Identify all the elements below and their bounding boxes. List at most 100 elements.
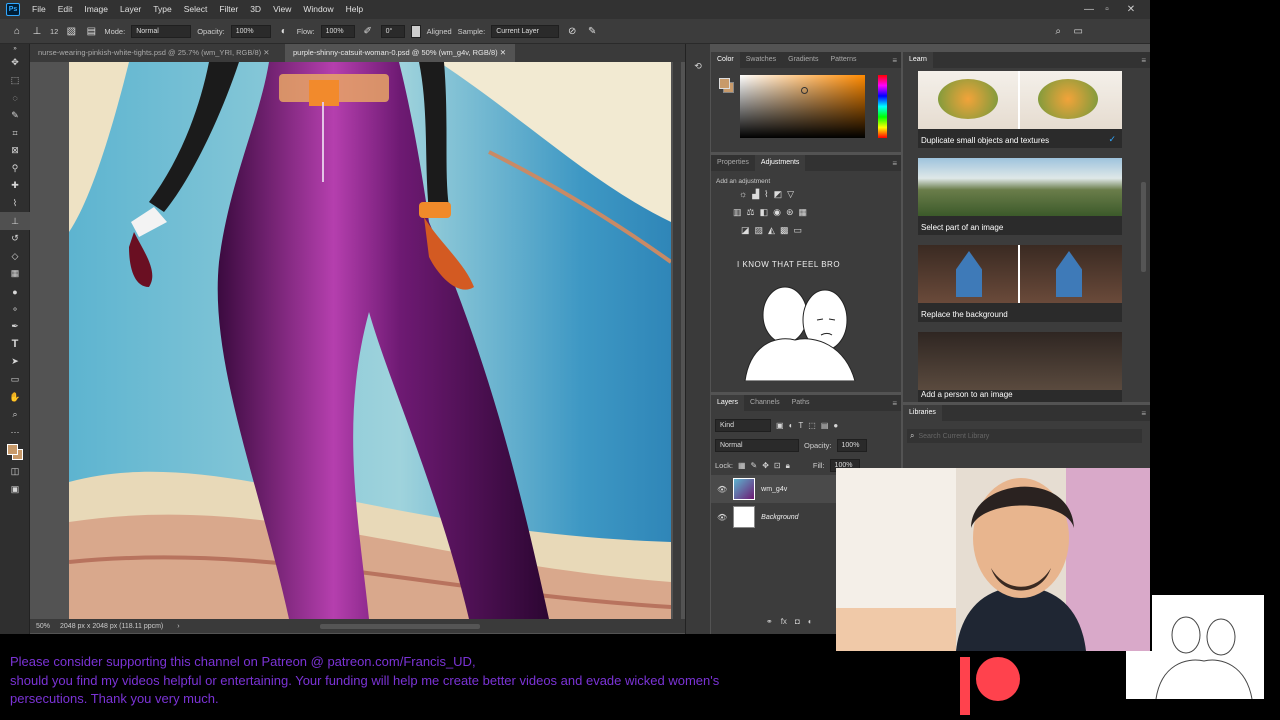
selective-color-icon[interactable]: ▩ — [780, 225, 789, 236]
canvas-horizontal-scrollbar[interactable] — [319, 623, 480, 629]
lock-artboard-icon[interactable]: ⊡ — [774, 461, 781, 470]
marquee-tool-icon[interactable]: ⬚ — [0, 72, 30, 90]
panel-menu-icon[interactable]: ≡ — [1141, 56, 1146, 65]
tab-libraries[interactable]: Libraries — [903, 405, 942, 421]
opacity-input[interactable]: 100% — [230, 24, 271, 38]
curves-icon[interactable]: ⌇ — [764, 189, 768, 200]
tab-learn[interactable]: Learn — [903, 52, 933, 68]
threshold-icon[interactable]: ◭ — [768, 225, 775, 236]
menu-3d[interactable]: 3D — [244, 0, 267, 19]
color-lookup-icon[interactable]: ▦ — [799, 207, 808, 218]
visibility-eye-icon[interactable]: 👁︎ — [717, 513, 727, 522]
menu-view[interactable]: View — [267, 0, 297, 19]
lock-image-icon[interactable]: ✎ — [751, 461, 758, 470]
tab-layers[interactable]: Layers — [711, 395, 745, 411]
brightness-icon[interactable]: ☼ — [739, 189, 747, 200]
panel-menu-icon[interactable]: ≡ — [892, 399, 897, 408]
layer-opacity-input[interactable]: 100% — [836, 439, 867, 452]
healing-brush-tool-icon[interactable]: ✚ — [0, 177, 30, 195]
tab-channels[interactable]: Channels — [744, 395, 786, 411]
learn-card-select-part[interactable]: Select part of an image — [918, 158, 1122, 235]
gradient-map-icon[interactable]: ▭ — [793, 225, 802, 236]
layer-name[interactable]: wm_g4v — [761, 486, 787, 493]
blend-mode-select[interactable]: Normal — [715, 439, 799, 452]
visibility-eye-icon[interactable]: 👁︎ — [717, 485, 727, 494]
levels-icon[interactable]: ▟ — [752, 189, 759, 200]
filter-smart-icon[interactable]: ▤ — [821, 421, 829, 430]
brush-size[interactable]: 12 — [50, 27, 58, 36]
ignore-adjustment-icon[interactable]: ⊘ — [565, 24, 579, 38]
tab-swatches[interactable]: Swatches — [740, 52, 782, 68]
eraser-tool-icon[interactable]: ◇ — [0, 248, 30, 266]
blur-tool-icon[interactable]: ● — [0, 283, 30, 301]
menu-type[interactable]: Type — [147, 0, 177, 19]
black-white-icon[interactable]: ◧ — [760, 207, 769, 218]
add-mask-icon[interactable]: ◘ — [795, 617, 800, 626]
menu-window[interactable]: Window — [297, 0, 339, 19]
rectangle-tool-icon[interactable]: ▭ — [0, 371, 30, 389]
pressure-size-icon[interactable]: ✎ — [585, 24, 599, 38]
tab-adjustments[interactable]: Adjustments — [754, 155, 806, 171]
dodge-tool-icon[interactable]: ⚬ — [0, 300, 30, 318]
aligned-checkbox[interactable] — [410, 24, 421, 38]
layer-filter-kind[interactable]: Kind — [715, 419, 771, 432]
tab-properties[interactable]: Properties — [711, 155, 755, 171]
tab-color[interactable]: Color — [711, 52, 740, 68]
menu-filter[interactable]: Filter — [213, 0, 244, 19]
filter-type-icon[interactable]: T — [798, 421, 803, 430]
status-arrow-icon[interactable]: › — [177, 623, 179, 630]
move-tool-icon[interactable]: ✥ — [0, 54, 30, 72]
hue-slider[interactable] — [878, 75, 887, 138]
history-panel-icon[interactable]: ⟲ — [686, 58, 710, 76]
learn-card-replace-bg[interactable]: Replace the background — [918, 245, 1122, 322]
eyedropper-tool-icon[interactable]: ⚲ — [0, 160, 30, 178]
vibrance-icon[interactable]: ▽ — [787, 189, 794, 200]
learn-scrollbar[interactable] — [1141, 182, 1146, 272]
color-field[interactable] — [740, 75, 865, 138]
zoom-level[interactable]: 50% — [36, 623, 50, 630]
panel-menu-icon[interactable]: ≡ — [892, 159, 897, 168]
menu-image[interactable]: Image — [78, 0, 114, 19]
filter-pixel-icon[interactable]: ▣ — [776, 421, 784, 430]
invert-icon[interactable]: ◪ — [741, 225, 750, 236]
clone-stamp-preset-icon[interactable]: ⊥ — [30, 24, 44, 38]
path-select-tool-icon[interactable]: ➤ — [0, 353, 30, 371]
layer-style-icon[interactable]: fx — [781, 617, 787, 626]
fg-bg-color-icon[interactable] — [719, 78, 735, 94]
workspace-icon[interactable]: ▭ — [1071, 24, 1085, 38]
menu-layer[interactable]: Layer — [114, 0, 147, 19]
tab-close-icon[interactable]: ✕ — [263, 48, 269, 57]
layer-name[interactable]: Background — [761, 514, 798, 521]
angle-input[interactable]: 0° — [380, 24, 405, 38]
learn-card-add-person[interactable]: Add a person to an image — [918, 332, 1122, 402]
search-icon[interactable]: ⌕ — [1051, 24, 1065, 38]
lasso-tool-icon[interactable]: ◌ — [0, 89, 30, 107]
color-balance-icon[interactable]: ⚖ — [747, 207, 755, 218]
library-search-field[interactable]: ⌕ Search Current Library — [907, 429, 1142, 443]
menu-file[interactable]: File — [26, 0, 52, 19]
tab-catsuit[interactable]: purple-shinny-catsuit-woman-0.psd @ 50% … — [285, 44, 515, 62]
tab-nurse[interactable]: nurse-wearing-pinkish-white-tights.psd @… — [30, 44, 285, 62]
filter-adjustment-icon[interactable]: ◐ — [789, 421, 794, 430]
lock-transparent-icon[interactable]: ▦ — [738, 461, 746, 470]
learn-card-duplicate[interactable]: Duplicate small objects and textures ✓ — [918, 71, 1122, 148]
brush-tool-icon[interactable]: ⌇ — [0, 195, 30, 213]
screen-mode-icon[interactable]: ▣ — [0, 481, 30, 499]
document-info[interactable]: 2048 px x 2048 px (118.11 ppcm) — [60, 623, 163, 630]
mode-select[interactable]: Normal — [131, 24, 192, 38]
quick-select-tool-icon[interactable]: ✎ — [0, 107, 30, 125]
hand-tool-icon[interactable]: ✋ — [0, 388, 30, 406]
airbrush-icon[interactable]: ✐ — [361, 24, 375, 38]
clone-stamp-tool-icon[interactable]: ⊥ — [0, 212, 30, 230]
channel-mixer-icon[interactable]: ⊛ — [786, 207, 794, 218]
frame-tool-icon[interactable]: ⊠ — [0, 142, 30, 160]
filter-shape-icon[interactable]: ⬚ — [808, 421, 816, 430]
document-canvas[interactable] — [69, 62, 671, 619]
panel-menu-icon[interactable]: ≡ — [892, 56, 897, 65]
exposure-icon[interactable]: ◩ — [774, 189, 783, 200]
tab-gradients[interactable]: Gradients — [782, 52, 824, 68]
link-layers-icon[interactable]: ⚭ — [766, 617, 773, 626]
lock-all-icon[interactable]: 🔒︎ — [786, 461, 790, 471]
sample-select[interactable]: Current Layer — [491, 24, 560, 38]
lock-position-icon[interactable]: ✥ — [762, 461, 769, 470]
